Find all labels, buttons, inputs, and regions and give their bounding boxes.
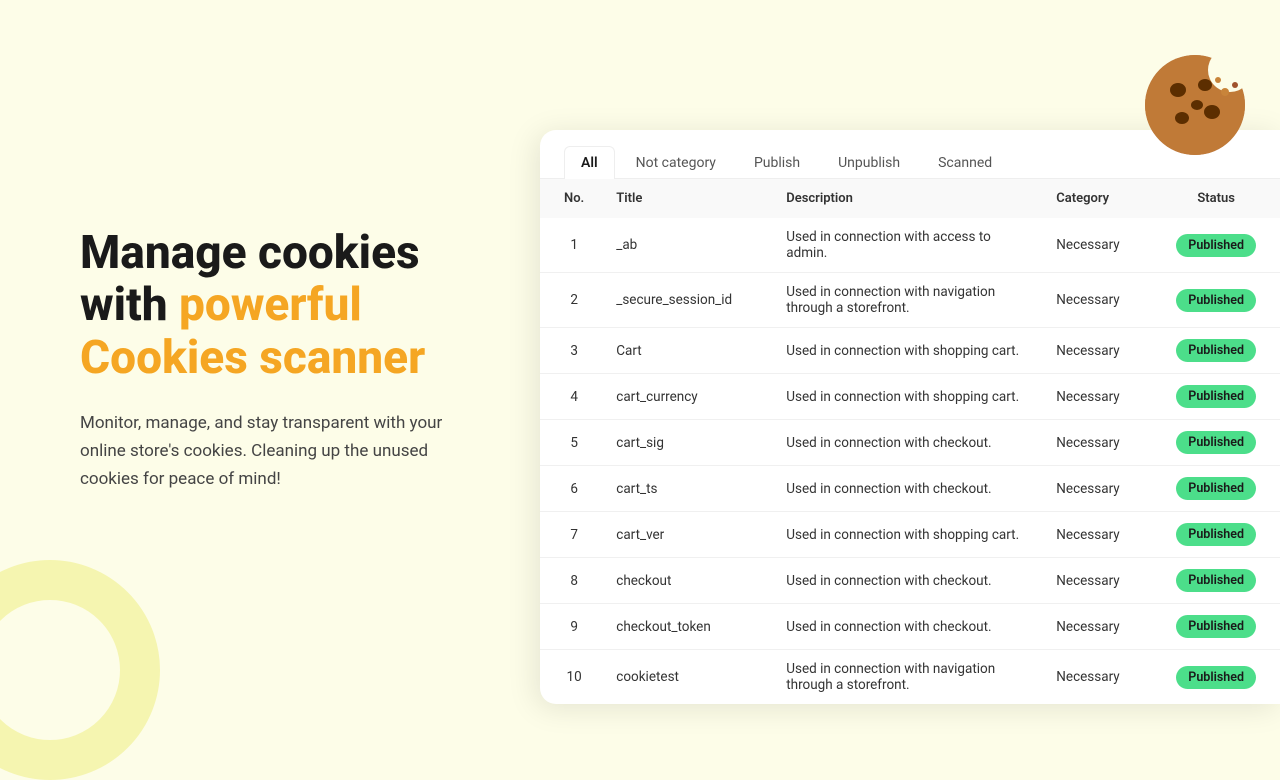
cell-category: Necessary	[1040, 218, 1160, 273]
cell-title: cookietest	[600, 650, 770, 705]
cell-no: 2	[540, 273, 600, 328]
tab-unpublish[interactable]: Unpublish	[821, 146, 917, 179]
cell-title: cart_ts	[600, 466, 770, 512]
cell-no: 4	[540, 374, 600, 420]
cell-title: _secure_session_id	[600, 273, 770, 328]
cell-title: cart_currency	[600, 374, 770, 420]
col-header-status: Status	[1160, 179, 1280, 218]
tab-publish[interactable]: Publish	[737, 146, 817, 179]
cell-description: Used in connection with shopping cart.	[770, 374, 1040, 420]
cell-status: Published	[1160, 273, 1280, 328]
cell-category: Necessary	[1040, 420, 1160, 466]
status-badge: Published	[1176, 431, 1256, 454]
cell-category: Necessary	[1040, 273, 1160, 328]
table-row: 8 checkout Used in connection with check…	[540, 558, 1280, 604]
status-badge: Published	[1176, 666, 1256, 689]
cell-description: Used in connection with checkout.	[770, 604, 1040, 650]
headline-text2: with	[80, 278, 179, 332]
cell-status: Published	[1160, 218, 1280, 273]
col-header-no: No.	[540, 179, 600, 218]
table-row: 2 _secure_session_id Used in connection …	[540, 273, 1280, 328]
table-row: 1 _ab Used in connection with access to …	[540, 218, 1280, 273]
cell-status: Published	[1160, 604, 1280, 650]
cell-category: Necessary	[1040, 512, 1160, 558]
status-badge: Published	[1176, 289, 1256, 312]
cell-title: Cart	[600, 328, 770, 374]
cell-description: Used in connection with checkout.	[770, 420, 1040, 466]
cell-no: 9	[540, 604, 600, 650]
tab-scanned[interactable]: Scanned	[921, 146, 1009, 179]
table-row: 6 cart_ts Used in connection with checko…	[540, 466, 1280, 512]
cell-status: Published	[1160, 374, 1280, 420]
cell-description: Used in connection with navigation throu…	[770, 273, 1040, 328]
headline-text3: Cookies scanner	[80, 331, 425, 385]
cell-status: Published	[1160, 328, 1280, 374]
cell-description: Used in connection with shopping cart.	[770, 328, 1040, 374]
left-panel: Manage cookies with powerful Cookies sca…	[80, 0, 520, 720]
cell-category: Necessary	[1040, 558, 1160, 604]
cell-no: 3	[540, 328, 600, 374]
cell-title: checkout	[600, 558, 770, 604]
cookies-table: No. Title Description Category Status 1 …	[540, 179, 1280, 704]
status-badge: Published	[1176, 234, 1256, 257]
status-badge: Published	[1176, 615, 1256, 638]
cell-category: Necessary	[1040, 604, 1160, 650]
table-panel: All Not category Publish Unpublish Scann…	[540, 130, 1280, 704]
cell-no: 8	[540, 558, 600, 604]
headline-highlight: powerful	[179, 278, 362, 332]
cell-category: Necessary	[1040, 466, 1160, 512]
cell-status: Published	[1160, 420, 1280, 466]
cell-status: Published	[1160, 650, 1280, 705]
tab-not-category[interactable]: Not category	[619, 146, 733, 179]
col-header-title: Title	[600, 179, 770, 218]
cell-status: Published	[1160, 466, 1280, 512]
cookie-icon	[1140, 50, 1250, 160]
cell-description: Used in connection with shopping cart.	[770, 512, 1040, 558]
cell-title: checkout_token	[600, 604, 770, 650]
cell-description: Used in connection with navigation throu…	[770, 650, 1040, 705]
cell-no: 10	[540, 650, 600, 705]
headline-text1: Manage cookies	[80, 226, 420, 280]
subtext: Monitor, manage, and stay transparent wi…	[80, 409, 470, 493]
table-row: 10 cookietest Used in connection with na…	[540, 650, 1280, 705]
table-row: 3 Cart Used in connection with shopping …	[540, 328, 1280, 374]
cell-category: Necessary	[1040, 374, 1160, 420]
cell-title: _ab	[600, 218, 770, 273]
status-badge: Published	[1176, 339, 1256, 362]
cell-status: Published	[1160, 512, 1280, 558]
col-header-description: Description	[770, 179, 1040, 218]
cell-no: 5	[540, 420, 600, 466]
cell-no: 7	[540, 512, 600, 558]
cell-no: 6	[540, 466, 600, 512]
cell-description: Used in connection with checkout.	[770, 558, 1040, 604]
col-header-category: Category	[1040, 179, 1160, 218]
status-badge: Published	[1176, 385, 1256, 408]
cell-description: Used in connection with checkout.	[770, 466, 1040, 512]
cell-category: Necessary	[1040, 650, 1160, 705]
table-row: 4 cart_currency Used in connection with …	[540, 374, 1280, 420]
table-header-row: No. Title Description Category Status	[540, 179, 1280, 218]
cell-category: Necessary	[1040, 328, 1160, 374]
table-row: 9 checkout_token Used in connection with…	[540, 604, 1280, 650]
cell-status: Published	[1160, 558, 1280, 604]
cell-title: cart_sig	[600, 420, 770, 466]
cell-no: 1	[540, 218, 600, 273]
status-badge: Published	[1176, 477, 1256, 500]
tab-all[interactable]: All	[564, 146, 615, 179]
table-row: 7 cart_ver Used in connection with shopp…	[540, 512, 1280, 558]
status-badge: Published	[1176, 569, 1256, 592]
cell-description: Used in connection with access to admin.	[770, 218, 1040, 273]
table-row: 5 cart_sig Used in connection with check…	[540, 420, 1280, 466]
cell-title: cart_ver	[600, 512, 770, 558]
status-badge: Published	[1176, 523, 1256, 546]
headline: Manage cookies with powerful Cookies sca…	[80, 227, 520, 386]
